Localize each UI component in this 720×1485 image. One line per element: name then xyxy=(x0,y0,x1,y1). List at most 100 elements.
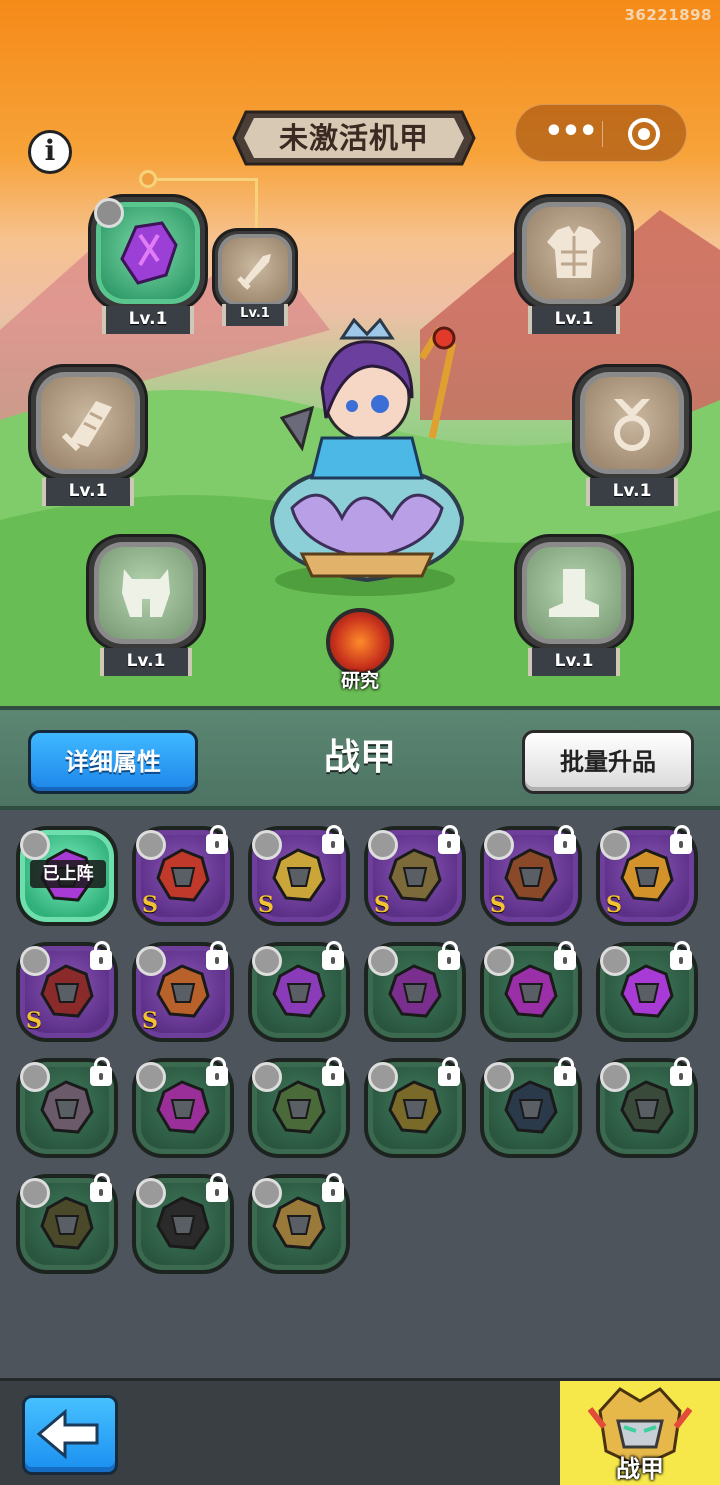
part-type-badge-icon xyxy=(252,830,282,860)
mech-cell[interactable] xyxy=(248,1173,350,1274)
back-button[interactable] xyxy=(22,1395,118,1475)
mech-cell[interactable]: 已上阵 xyxy=(16,826,118,926)
mech-cell[interactable] xyxy=(480,941,582,1042)
mini-program-capsule: ••• xyxy=(515,104,687,162)
back-arrow-icon xyxy=(36,1408,99,1460)
slot-scroll-level: Lv.1 xyxy=(42,478,134,506)
mech-cell[interactable] xyxy=(248,1057,350,1158)
mech-part-icon xyxy=(388,848,442,902)
target-close-icon[interactable] xyxy=(628,118,660,150)
lock-icon xyxy=(554,825,576,854)
mech-cell[interactable]: S xyxy=(480,825,582,926)
user-id: 36221898 xyxy=(624,6,712,24)
slot-armor[interactable] xyxy=(514,194,634,312)
lock-icon xyxy=(322,941,344,970)
part-type-badge-icon xyxy=(136,830,166,860)
lock-icon xyxy=(206,941,228,970)
part-type-badge-icon xyxy=(136,1062,166,1092)
lock-icon xyxy=(438,825,460,854)
mech-cell[interactable]: S xyxy=(132,825,234,926)
lock-icon xyxy=(206,1173,228,1202)
slot-medal[interactable] xyxy=(572,364,692,482)
lock-icon xyxy=(206,825,228,854)
part-type-badge-icon xyxy=(20,830,50,860)
sword-icon xyxy=(212,228,298,312)
mech-cell[interactable] xyxy=(596,1057,698,1158)
slot-boots[interactable] xyxy=(514,534,634,652)
part-type-badge-icon xyxy=(484,946,514,976)
slot-scroll[interactable] xyxy=(28,364,148,482)
mech-part-icon xyxy=(156,1080,210,1134)
grade-mark: S xyxy=(26,1008,42,1034)
mech-part-icon xyxy=(40,1196,94,1250)
hero-character xyxy=(262,317,472,598)
batch-upgrade-button[interactable]: 批量升品 xyxy=(522,730,694,794)
mech-part-icon xyxy=(388,1080,442,1134)
mech-cell[interactable]: S xyxy=(248,825,350,926)
lock-icon xyxy=(322,1173,344,1202)
mech-part-icon xyxy=(620,964,674,1018)
mech-part-icon xyxy=(156,848,210,902)
mech-cell[interactable]: S xyxy=(364,825,466,926)
mech-part-icon xyxy=(156,1196,210,1250)
slot-weapon[interactable] xyxy=(88,194,208,312)
mech-cell[interactable] xyxy=(132,1057,234,1158)
mech-cell[interactable] xyxy=(16,1173,118,1274)
research-button[interactable]: 研究 xyxy=(322,608,398,692)
slot-medal-level: Lv.1 xyxy=(586,478,678,506)
lock-icon xyxy=(554,1057,576,1086)
part-type-badge-icon xyxy=(484,830,514,860)
lock-icon xyxy=(90,1057,112,1086)
lock-icon xyxy=(670,941,692,970)
footer-bar: 战甲 xyxy=(0,1378,720,1485)
slot-armor-level: Lv.1 xyxy=(528,306,620,334)
mech-grid: 已上阵 S S S S S S S xyxy=(0,810,720,1378)
capsule-divider xyxy=(602,121,603,147)
part-type-badge-icon xyxy=(20,1062,50,1092)
tab-mech[interactable]: 战甲 xyxy=(560,1381,720,1485)
deployed-tag: 已上阵 xyxy=(30,860,106,888)
slot-weapon-secondary[interactable] xyxy=(212,228,298,312)
mech-part-icon xyxy=(272,1196,326,1250)
page-title: 未激活机甲 xyxy=(278,121,429,155)
mech-cell[interactable] xyxy=(480,1057,582,1158)
mech-part-icon xyxy=(620,1080,674,1134)
part-type-badge-icon xyxy=(600,1062,630,1092)
more-dots-icon[interactable]: ••• xyxy=(540,105,600,163)
lock-icon xyxy=(206,1057,228,1086)
grade-mark: S xyxy=(374,892,390,918)
detail-attributes-button[interactable]: 详细属性 xyxy=(28,730,198,794)
part-type-badge-icon xyxy=(252,1178,282,1208)
mech-cell[interactable] xyxy=(248,941,350,1042)
mech-cell[interactable] xyxy=(596,941,698,1042)
lock-icon xyxy=(438,1057,460,1086)
boot-icon xyxy=(514,534,634,652)
section-title: 战甲 xyxy=(323,737,396,778)
mech-part-icon xyxy=(620,848,674,902)
title-plate: 未激活机甲 xyxy=(232,108,476,168)
part-type-badge-icon xyxy=(252,946,282,976)
mech-cell[interactable]: S xyxy=(132,941,234,1042)
part-type-badge-icon xyxy=(484,1062,514,1092)
mech-part-icon xyxy=(504,964,558,1018)
part-type-badge-icon xyxy=(600,946,630,976)
grade-mark: S xyxy=(142,1008,158,1034)
mech-cell[interactable] xyxy=(132,1173,234,1274)
mech-part-icon xyxy=(156,964,210,1018)
grade-mark: S xyxy=(142,892,158,918)
mech-cell[interactable] xyxy=(16,1057,118,1158)
mech-cell[interactable] xyxy=(364,1057,466,1158)
mech-part-icon xyxy=(272,848,326,902)
lock-icon xyxy=(438,941,460,970)
mech-part-icon xyxy=(40,964,94,1018)
grade-mark: S xyxy=(490,892,506,918)
mech-cell[interactable]: S xyxy=(16,941,118,1042)
info-icon[interactable]: i xyxy=(28,130,72,174)
mech-cell[interactable] xyxy=(364,941,466,1042)
slot-helmet[interactable] xyxy=(86,534,206,652)
part-type-badge-icon xyxy=(368,1062,398,1092)
grade-mark: S xyxy=(606,892,622,918)
tab-mech-label: 战甲 xyxy=(616,1455,664,1483)
mech-cell[interactable]: S xyxy=(596,825,698,926)
part-type-badge-icon xyxy=(600,830,630,860)
